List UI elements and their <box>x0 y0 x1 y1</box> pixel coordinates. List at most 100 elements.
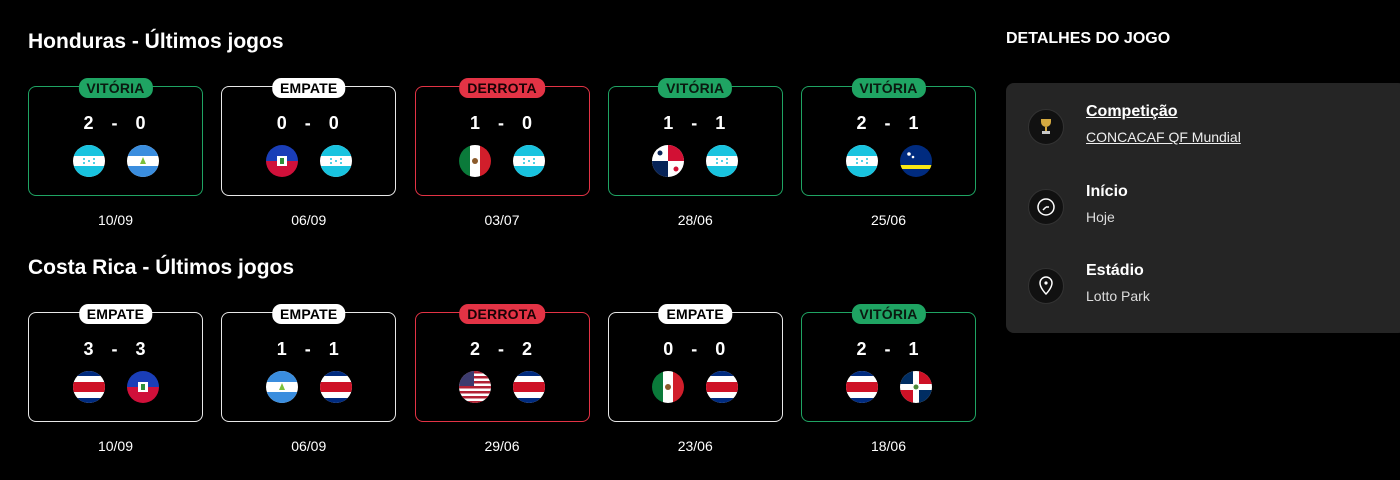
team-flags <box>416 371 589 403</box>
team-flags <box>802 371 975 403</box>
match-score: 2-0 <box>29 113 202 134</box>
costa-rica-flag <box>513 371 545 403</box>
dominican-republic-flag <box>899 371 932 403</box>
match-date: 23/06 <box>677 438 713 454</box>
costa-rica-section-title: Costa Rica - Últimos jogos <box>28 256 295 279</box>
match-card[interactable]: VITÓRIA 2-1 <box>801 78 976 196</box>
trophy-icon <box>1028 109 1064 145</box>
away-score: 2 <box>522 339 535 359</box>
away-score: 0 <box>715 339 728 359</box>
match-card[interactable]: EMPATE 3-3 <box>28 304 203 422</box>
team-flags <box>222 145 395 177</box>
match-score: 0-0 <box>222 113 395 134</box>
score-separator: - <box>691 339 700 359</box>
score-separator: - <box>498 113 506 133</box>
haiti-flag <box>126 371 159 403</box>
match-date: 28/06 <box>677 212 713 228</box>
match-date: 10/09 <box>97 212 134 228</box>
home-score: 1 <box>663 113 676 133</box>
location-pin-icon <box>1028 268 1064 304</box>
result-badge: VITÓRIA <box>658 78 733 98</box>
team-flags <box>609 371 782 403</box>
team-flags <box>222 371 395 403</box>
costa-rica-flag <box>319 371 352 403</box>
honduras-flag <box>72 145 105 177</box>
away-score: 0 <box>522 113 535 133</box>
honduras-section-title: Honduras - Últimos jogos <box>28 30 284 53</box>
competition-label: Competição <box>1086 103 1178 120</box>
start-label: Início <box>1086 183 1128 200</box>
costa-rica-flag <box>845 371 878 403</box>
match-card[interactable]: VITÓRIA 2-0 <box>28 78 203 196</box>
match-card[interactable]: EMPATE 0-0 <box>607 304 783 422</box>
match-date: 10/09 <box>97 438 134 454</box>
result-badge: EMPATE <box>272 78 346 98</box>
home-score: 2 <box>83 113 96 133</box>
match-card[interactable]: DERROTA 1-0 <box>414 78 590 196</box>
team-flags <box>416 145 589 177</box>
match-date: 03/07 <box>484 212 520 228</box>
match-score: 1-1 <box>222 339 395 360</box>
score-separator: - <box>111 113 120 133</box>
competition-row: Competição CONCACAF QF Mundial <box>1028 103 1388 163</box>
away-score: 1 <box>328 339 341 359</box>
home-score: 2 <box>856 339 869 359</box>
match-score: 1-1 <box>609 113 782 134</box>
home-score: 0 <box>276 113 289 133</box>
match-date: 06/09 <box>291 212 327 228</box>
nicaragua-flag <box>265 371 298 403</box>
haiti-flag <box>265 145 298 177</box>
away-score: 0 <box>328 113 341 133</box>
match-score: 0-0 <box>609 339 782 360</box>
mexico-flag <box>459 145 491 177</box>
away-score: 1 <box>715 113 728 133</box>
score-separator: - <box>304 113 313 133</box>
score-separator: - <box>498 339 506 359</box>
match-card[interactable]: EMPATE 1-1 <box>221 304 397 422</box>
nicaragua-flag <box>126 145 159 177</box>
match-date: 06/09 <box>291 438 327 454</box>
result-badge: VITÓRIA <box>78 78 153 98</box>
stadium-label: Estádio <box>1086 262 1144 279</box>
result-badge: EMPATE <box>658 304 732 324</box>
honduras-flag <box>706 145 739 177</box>
honduras-matches: VITÓRIA 2-0 10/09 EMPATE 0-0 06/09 DERROTA 1-0 0… <box>28 78 980 228</box>
match-card[interactable]: VITÓRIA 1-1 <box>607 78 783 196</box>
result-badge: DERROTA <box>459 78 545 98</box>
away-score: 1 <box>908 113 921 133</box>
match-card[interactable]: VITÓRIA 2-1 <box>801 304 976 422</box>
away-score: 0 <box>135 113 148 133</box>
result-badge: VITÓRIA <box>851 78 926 98</box>
away-score: 1 <box>908 339 921 359</box>
home-score: 1 <box>276 339 289 359</box>
team-flags <box>609 145 782 177</box>
away-score: 3 <box>135 339 148 359</box>
match-score: 1-0 <box>416 113 589 134</box>
home-score: 2 <box>856 113 869 133</box>
competition-link[interactable]: CONCACAF QF Mundial <box>1086 129 1241 145</box>
score-separator: - <box>304 339 313 359</box>
result-badge: DERROTA <box>459 304 545 324</box>
team-flags <box>29 145 202 177</box>
costa-rica-matches: EMPATE 3-3 10/09 EMPATE 1-1 06/09 DERROTA 2-2 29… <box>28 304 980 454</box>
costa-rica-flag <box>706 371 739 403</box>
match-date: 25/06 <box>870 212 907 228</box>
honduras-flag <box>845 145 878 177</box>
result-badge: EMPATE <box>272 304 346 324</box>
match-score: 2-1 <box>802 339 975 360</box>
clock-icon <box>1028 189 1064 225</box>
score-separator: - <box>691 113 700 133</box>
team-flags <box>802 145 975 177</box>
stadium-value: Lotto Park <box>1086 288 1150 304</box>
honduras-flag <box>319 145 352 177</box>
home-score: 0 <box>663 339 676 359</box>
home-score: 1 <box>469 113 482 133</box>
match-score: 2-2 <box>416 339 589 360</box>
match-date: 29/06 <box>484 438 520 454</box>
team-flags <box>29 371 202 403</box>
match-details-title: DETALHES DO JOGO <box>1006 30 1171 47</box>
match-card[interactable]: EMPATE 0-0 <box>221 78 397 196</box>
match-score: 3-3 <box>29 339 202 360</box>
match-score: 2-1 <box>802 113 975 134</box>
match-card[interactable]: DERROTA 2-2 <box>414 304 590 422</box>
